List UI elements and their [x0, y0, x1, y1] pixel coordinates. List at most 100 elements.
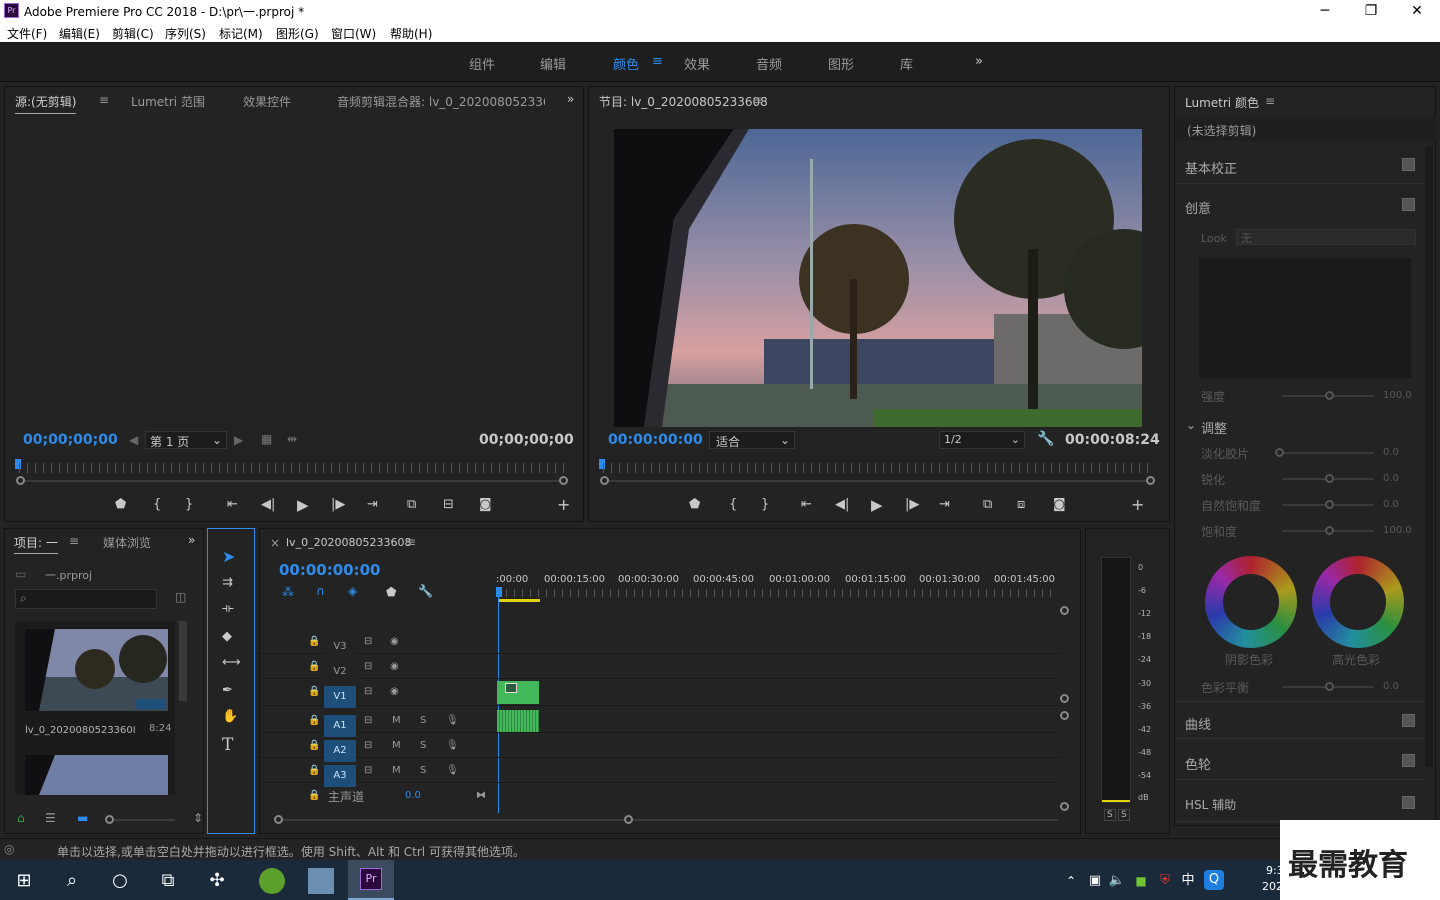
tab-audio-clip-mixer[interactable]: 音频剪辑混合器: lv_0_2020080523360: [337, 93, 545, 110]
track-v2[interactable]: 🔒 V2 ⊟ ◉: [260, 655, 1060, 683]
timeline-settings-icon[interactable]: 🔧: [418, 584, 433, 598]
vibrance-value[interactable]: 0.0: [1383, 499, 1399, 510]
solo-left-button[interactable]: S: [1104, 809, 1116, 821]
wheels-enable-checkbox[interactable]: [1402, 754, 1415, 767]
menu-edit[interactable]: 编辑(E): [59, 25, 100, 42]
color-balance-knob[interactable]: [1325, 682, 1334, 691]
adjust-label[interactable]: 调整: [1201, 418, 1227, 437]
cortana-icon[interactable]: ○: [107, 868, 133, 894]
vertical-zoom-bottom-handle[interactable]: [1060, 802, 1069, 811]
extract-icon[interactable]: ⧈: [1017, 497, 1025, 512]
close-sequence-icon[interactable]: ×: [270, 536, 280, 550]
panel-more-icon[interactable]: »: [567, 92, 574, 106]
microphone-icon[interactable]: 🎙: [446, 740, 459, 751]
color-balance-value[interactable]: 0.0: [1383, 681, 1399, 692]
tab-source[interactable]: 源:(无剪辑): [15, 93, 77, 114]
new-bin-icon[interactable]: ◫: [175, 590, 186, 604]
add-button-icon[interactable]: +: [1131, 495, 1144, 514]
resolution-select[interactable]: 1/2 ⌄: [939, 431, 1025, 449]
source-zoom-right-handle[interactable]: [559, 476, 568, 485]
thumbnail-size-knob[interactable]: [105, 815, 114, 824]
menu-sequence[interactable]: 序列(S): [165, 25, 206, 42]
tab-effect-controls[interactable]: 效果控件: [243, 93, 291, 110]
mark-in-icon[interactable]: {: [729, 497, 737, 512]
workspace-more-icon[interactable]: »: [975, 54, 983, 69]
faded-film-slider[interactable]: [1282, 452, 1374, 454]
track-select-tool-icon[interactable]: ⇉: [222, 575, 233, 590]
program-zoom-right-handle[interactable]: [1146, 476, 1155, 485]
menu-file[interactable]: 文件(F): [7, 25, 47, 42]
hsl-enable-checkbox[interactable]: [1402, 796, 1415, 809]
lock-icon[interactable]: 🔒: [308, 686, 320, 697]
solo-right-button[interactable]: S: [1118, 809, 1130, 821]
timeline-time-ruler[interactable]: [498, 589, 1058, 597]
program-zoom-left-handle[interactable]: [600, 476, 609, 485]
lumetri-title[interactable]: Lumetri 颜色: [1185, 94, 1259, 111]
lumetri-menu-icon[interactable]: ≡: [1265, 94, 1275, 108]
section-color-wheels[interactable]: 色轮: [1175, 742, 1425, 780]
nest-icon[interactable]: ⁂: [282, 585, 294, 599]
solo-button[interactable]: S: [420, 740, 426, 751]
icon-view-icon[interactable]: ▬: [77, 811, 88, 825]
vertical-zoom-top-handle[interactable]: [1060, 606, 1069, 615]
export-frame-icon[interactable]: ▦: [261, 432, 272, 446]
mute-button[interactable]: M: [392, 765, 401, 776]
step-forward-icon[interactable]: |▶: [331, 497, 345, 512]
go-to-in-icon[interactable]: ⇤: [227, 497, 238, 512]
tab-project[interactable]: 项目: 一: [14, 534, 58, 554]
sync-icon[interactable]: ⊟: [364, 686, 372, 697]
lumetri-scrollbar[interactable]: [1425, 147, 1433, 767]
go-to-out-icon[interactable]: ⇥: [939, 497, 950, 512]
eye-icon[interactable]: ◉: [390, 661, 399, 672]
mark-out-icon[interactable]: }: [185, 497, 193, 512]
step-back-icon[interactable]: ◀|: [261, 497, 275, 512]
master-volume-value[interactable]: 0.0: [405, 790, 421, 801]
app-pinwheel-icon[interactable]: ✣: [204, 868, 230, 894]
lock-icon[interactable]: 🔒: [308, 715, 320, 726]
settings-link-icon[interactable]: ⇹: [287, 432, 297, 446]
track-label-v1[interactable]: V1: [324, 686, 356, 708]
sequence-tab[interactable]: lv_0_20200805233608: [286, 536, 412, 549]
intensity-value[interactable]: 100.0: [1383, 390, 1412, 401]
prev-page-icon[interactable]: ◀: [129, 433, 138, 447]
workspace-libraries[interactable]: 库: [900, 54, 913, 73]
curves-enable-checkbox[interactable]: [1402, 714, 1415, 727]
menu-clip[interactable]: 剪辑(C): [112, 25, 154, 42]
faded-film-knob[interactable]: [1275, 448, 1284, 457]
type-tool-icon[interactable]: T: [222, 735, 233, 755]
camera-icon[interactable]: ◙: [479, 497, 492, 512]
menu-marker[interactable]: 标记(M): [219, 25, 263, 42]
insert-icon[interactable]: ⧉: [407, 497, 416, 512]
lock-icon[interactable]: 🔒: [308, 740, 320, 751]
section-basic-correction[interactable]: 基本校正: [1175, 146, 1425, 184]
timeline-playhead-handle[interactable]: [496, 587, 502, 597]
vertical-zoom-audio-handle[interactable]: [1060, 711, 1069, 720]
clip-thumbnail[interactable]: [25, 629, 168, 711]
ripple-edit-tool-icon[interactable]: ⟛: [222, 601, 234, 616]
tab-media-browser[interactable]: 媒体浏览: [103, 534, 167, 551]
section-curves[interactable]: 曲线: [1175, 701, 1425, 739]
wrench-icon[interactable]: 🔧: [1037, 431, 1054, 447]
sync-icon[interactable]: ⊟: [364, 715, 372, 726]
razor-tool-icon[interactable]: ◆: [222, 629, 232, 644]
sync-icon[interactable]: ⊟: [364, 661, 372, 672]
creative-enable-checkbox[interactable]: [1402, 198, 1415, 211]
audio-clip[interactable]: [497, 710, 539, 732]
sync-icon[interactable]: ⊟: [364, 636, 372, 647]
lock-icon[interactable]: ⌂: [17, 811, 25, 825]
eye-icon[interactable]: ◉: [390, 636, 399, 647]
minimize-icon[interactable]: ─: [1302, 0, 1348, 22]
tab-lumetri-scopes[interactable]: Lumetri 范围: [131, 93, 205, 110]
basic-enable-checkbox[interactable]: [1402, 158, 1415, 171]
hand-tool-icon[interactable]: ✋: [222, 709, 238, 724]
go-to-in-icon[interactable]: ⇤: [801, 497, 812, 512]
tray-chevron-icon[interactable]: ⌃: [1058, 868, 1084, 894]
microphone-icon[interactable]: 🎙: [446, 715, 459, 726]
workspace-menu-icon[interactable]: ≡: [652, 54, 663, 69]
program-zoom-bar[interactable]: [605, 480, 1151, 482]
track-a2[interactable]: 🔒 A2 ⊟ M S 🎙: [260, 734, 1060, 762]
shadow-color-wheel[interactable]: [1205, 556, 1297, 648]
go-to-end-icon[interactable]: ⧓: [476, 790, 486, 801]
nvidia-icon[interactable]: ■: [1128, 868, 1154, 894]
snap-icon[interactable]: ∩: [316, 584, 325, 598]
